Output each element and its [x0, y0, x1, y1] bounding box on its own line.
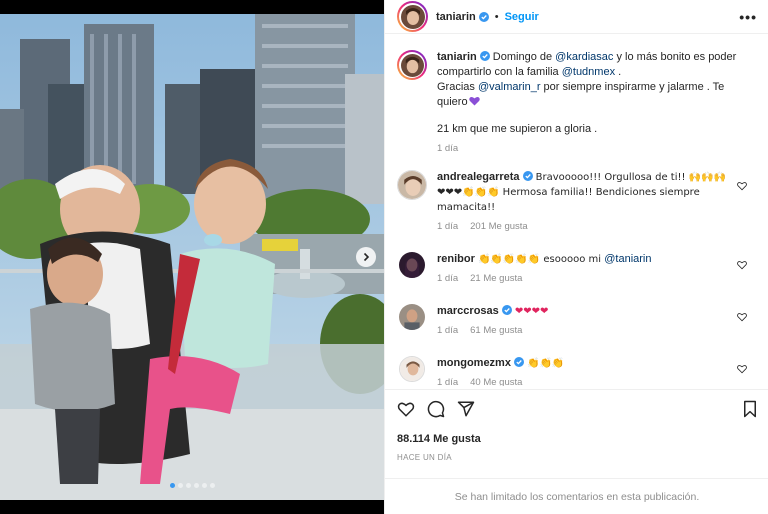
post-actions-bar: 88.114 Me gusta HACE UN DÍA: [385, 389, 768, 462]
avatar-story-ring[interactable]: [397, 1, 428, 32]
like-comment-heart-icon[interactable]: [737, 364, 747, 374]
caption-segment: Gracias: [437, 81, 478, 93]
comment-username[interactable]: renibor: [437, 253, 475, 265]
comment-item: renibor 👏👏👏👏👏 esooooo mi @taniarin 1 día…: [397, 252, 757, 286]
comment-time[interactable]: 1 día: [437, 273, 458, 284]
bookmark-icon: [744, 400, 756, 418]
mention-link[interactable]: @valmarin_r: [478, 81, 541, 93]
comment-likes[interactable]: 40 Me gusta: [470, 377, 522, 386]
comment-item: andrealegarreta Bravooooo!!! Orgullosa d…: [397, 170, 757, 234]
carousel-indicator: [0, 483, 384, 488]
likes-label: Me gusta: [433, 433, 481, 445]
avatar: [400, 53, 424, 77]
caption-text: taniarin Domingo de @kardiasac y lo más …: [437, 50, 737, 156]
caption-segment: 21 km que me supieron a gloria .: [437, 123, 598, 135]
comment-item: mongomezmx 👏👏👏 1 día 40 Me gusta: [397, 356, 757, 386]
avatar: [400, 4, 425, 29]
carousel-dot: [185, 483, 191, 488]
mention-link[interactable]: @kardiasac: [555, 51, 613, 63]
comment-likes[interactable]: 201 Me gusta: [470, 221, 528, 232]
carousel-next-button[interactable]: [356, 247, 376, 267]
comment-time[interactable]: 1 día: [437, 325, 458, 336]
mention-link[interactable]: @taniarin: [604, 253, 651, 265]
comment-text: 👏👏👏👏👏 esooooo mi: [477, 254, 605, 265]
verified-badge-icon: [479, 51, 490, 61]
comment-time[interactable]: 1 día: [437, 221, 458, 232]
purple-heart-icon: [468, 96, 480, 106]
verified-badge-icon: [522, 171, 533, 181]
follow-button[interactable]: Seguir: [505, 11, 539, 23]
comment-bubble-icon[interactable]: [427, 400, 445, 418]
carousel-dot: [193, 483, 199, 488]
carousel-dot: [169, 483, 175, 488]
caption-row: taniarin Domingo de @kardiasac y lo más …: [397, 50, 757, 156]
caption-username[interactable]: taniarin: [437, 51, 477, 63]
comment-text: ❤❤❤❤: [514, 306, 549, 317]
avatar[interactable]: [399, 356, 425, 382]
family-photo-image: [0, 14, 384, 500]
more-options-icon[interactable]: •••: [739, 9, 757, 25]
post-date[interactable]: HACE UN DÍA: [397, 453, 452, 462]
carousel-dot: [177, 483, 183, 488]
caption-segment: .: [615, 66, 622, 78]
caption-avatar[interactable]: [397, 50, 427, 80]
comment-likes[interactable]: 21 Me gusta: [470, 273, 522, 284]
verified-badge-icon: [513, 357, 524, 367]
comment-username[interactable]: marccrosas: [437, 305, 499, 317]
chevron-right-icon: [363, 252, 370, 262]
caption-time[interactable]: 1 día: [437, 143, 458, 154]
like-heart-icon[interactable]: [397, 400, 415, 418]
caption-segment: Domingo de: [492, 51, 556, 63]
comment-username[interactable]: andrealegarreta: [437, 171, 520, 183]
verified-badge-icon: [478, 11, 489, 22]
post-header: taniarin • Seguir •••: [385, 0, 768, 34]
like-comment-heart-icon[interactable]: [737, 181, 747, 191]
separator-dot: •: [494, 10, 499, 23]
save-bookmark-button[interactable]: [741, 400, 759, 418]
like-comment-heart-icon[interactable]: [737, 312, 747, 322]
post-side-panel: taniarin • Seguir ••• taniarin Domingo d…: [384, 0, 768, 514]
comment-item: marccrosas ❤❤❤❤ 1 día 61 Me gusta: [397, 304, 757, 338]
comments-list[interactable]: taniarin Domingo de @kardiasac y lo más …: [385, 42, 768, 386]
share-paper-plane-icon[interactable]: [457, 400, 475, 418]
likes-count[interactable]: 88.114 Me gusta: [397, 433, 481, 445]
post-author-username[interactable]: taniarin: [436, 11, 476, 23]
comment-time[interactable]: 1 día: [437, 377, 458, 386]
avatar[interactable]: [397, 170, 427, 200]
likes-number: 88.114: [397, 433, 431, 445]
carousel-dot: [209, 483, 215, 488]
verified-badge-icon: [501, 305, 512, 315]
comment-username[interactable]: mongomezmx: [437, 357, 511, 369]
carousel-dot: [201, 483, 207, 488]
comments-limited-notice: Se han limitado los comentarios en esta …: [385, 478, 768, 514]
avatar[interactable]: [399, 252, 425, 278]
comment-text: 👏👏👏: [527, 358, 565, 369]
comment-likes[interactable]: 61 Me gusta: [470, 325, 522, 336]
mention-link[interactable]: @tudnmex: [562, 66, 615, 78]
avatar[interactable]: [399, 304, 425, 330]
like-comment-heart-icon[interactable]: [737, 260, 747, 270]
post-photo[interactable]: [0, 0, 384, 514]
